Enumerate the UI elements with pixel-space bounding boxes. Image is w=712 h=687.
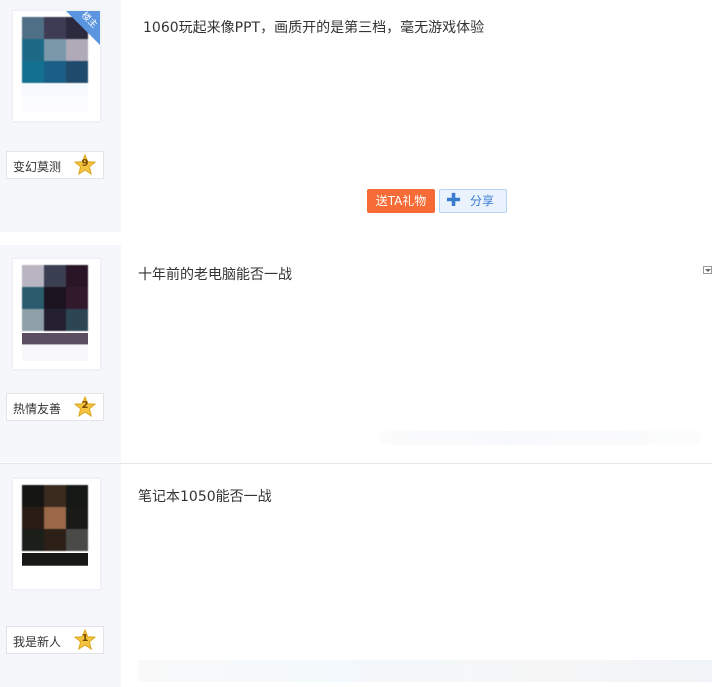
send-gift-button[interactable]: 送TA礼物 xyxy=(367,189,435,213)
level-number: 2 xyxy=(81,400,89,411)
level-name: 变幻莫测 xyxy=(13,160,62,174)
plus-icon: ✚ xyxy=(446,190,462,211)
star-level-icon: 9 xyxy=(74,154,96,176)
post-1: 楼主 变幻莫测 9 1060玩起来像PPT，画质开的是第三档，毫无游戏体验 送T… xyxy=(0,0,712,235)
blurred-footer xyxy=(138,660,712,682)
author-sidebar: 楼主 变幻莫测 9 xyxy=(0,0,121,232)
share-button[interactable]: ✚ 分享 xyxy=(439,189,507,213)
level-name: 我是新人 xyxy=(13,635,62,649)
level-name: 热情友善 xyxy=(13,402,62,416)
avatar[interactable]: 楼主 xyxy=(12,10,101,122)
avatar-fade xyxy=(22,553,88,581)
avatar[interactable] xyxy=(12,258,101,370)
post-3: 我是新人 1 笔记本1050能否一战 xyxy=(0,464,712,687)
post-2: 热情友善 2 十年前的老电脑能否一战 xyxy=(0,245,712,464)
avatar-fade xyxy=(22,333,88,361)
avatar-image xyxy=(22,485,88,551)
share-label: 分享 xyxy=(470,194,495,208)
level-number: 1 xyxy=(81,633,89,644)
post-content: 十年前的老电脑能否一战 xyxy=(138,267,292,283)
level-number: 9 xyxy=(81,158,89,169)
blurred-footer xyxy=(380,431,700,445)
level-badge[interactable]: 热情友善 2 xyxy=(6,393,104,421)
level-badge[interactable]: 我是新人 1 xyxy=(6,626,104,654)
avatar-fade xyxy=(22,85,88,113)
author-sidebar: 我是新人 1 xyxy=(0,464,121,687)
dropdown-icon[interactable] xyxy=(703,266,712,274)
star-level-icon: 1 xyxy=(74,629,96,651)
star-level-icon: 2 xyxy=(74,396,96,418)
author-sidebar: 热情友善 2 xyxy=(0,245,121,462)
avatar-image xyxy=(22,265,88,331)
level-badge[interactable]: 变幻莫测 9 xyxy=(6,151,104,179)
post-content: 笔记本1050能否一战 xyxy=(138,489,272,505)
post-content: 1060玩起来像PPT，画质开的是第三档，毫无游戏体验 xyxy=(143,20,485,36)
avatar[interactable] xyxy=(12,478,101,590)
